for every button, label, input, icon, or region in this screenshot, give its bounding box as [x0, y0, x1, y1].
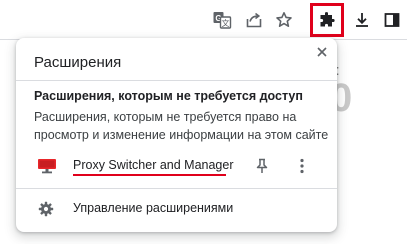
monitor-icon [37, 158, 57, 174]
section-heading: Расширения, которым не требуется доступ [34, 89, 303, 103]
more-vert-icon[interactable] [292, 156, 312, 176]
side-panel-icon[interactable] [376, 4, 407, 36]
download-icon[interactable] [346, 4, 378, 36]
divider [16, 188, 337, 189]
extension-name[interactable]: Proxy Switcher and Manager [73, 158, 234, 172]
popup-title: Расширения [34, 54, 122, 71]
manage-extensions-label[interactable]: Управление расширениями [73, 201, 233, 215]
section-description: Расширения, которым не требуется право н… [34, 110, 329, 142]
pin-icon[interactable] [252, 156, 272, 176]
red-underline-annotation [73, 174, 226, 176]
gear-icon [38, 201, 54, 217]
divider [16, 80, 337, 81]
svg-text:文: 文 [222, 18, 230, 28]
browser-toolbar: G 文 [0, 0, 407, 40]
extension-item[interactable]: Proxy Switcher and Manager [16, 152, 337, 180]
translate-icon[interactable]: G 文 [206, 4, 238, 36]
manage-extensions-item[interactable]: Управление расширениями [16, 196, 337, 224]
extensions-popup: Расширения Расширения, которым не требуе… [16, 38, 337, 232]
share-icon[interactable] [238, 4, 270, 36]
close-icon[interactable] [311, 41, 333, 63]
bookmark-star-icon[interactable] [268, 4, 300, 36]
extensions-puzzle-icon[interactable] [310, 3, 344, 37]
